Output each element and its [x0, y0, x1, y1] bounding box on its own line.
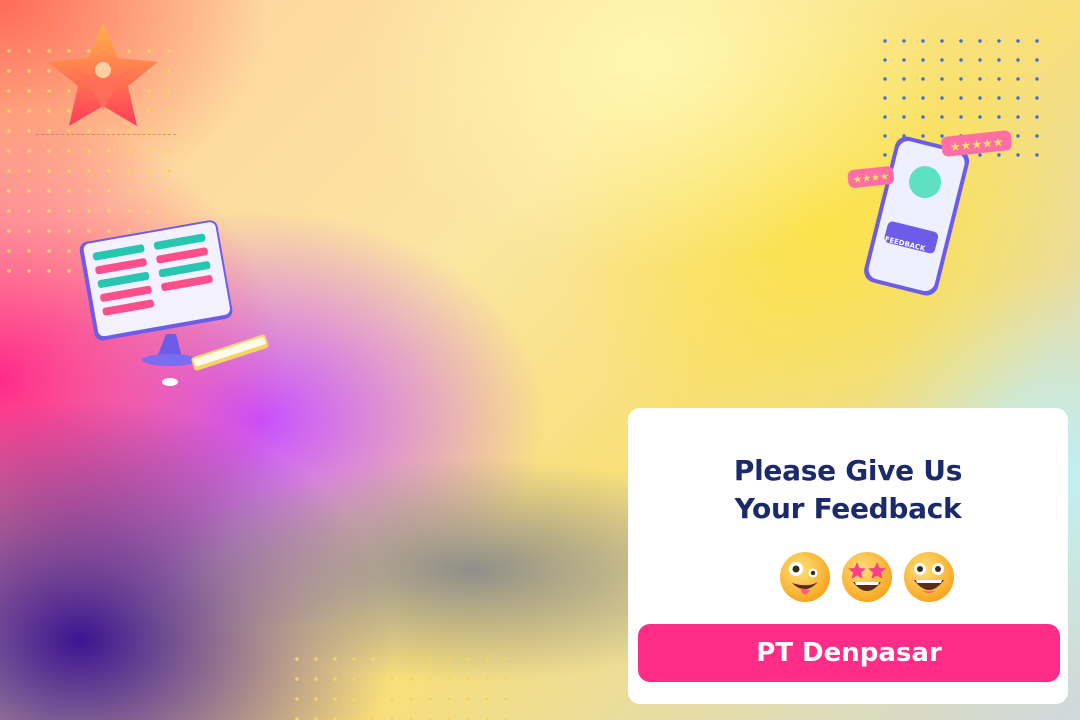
- brand-star-logo: [44, 22, 162, 132]
- computer-illustration: [78, 210, 278, 400]
- logo-divider: [36, 134, 176, 135]
- company-name-button[interactable]: PT Denpasar: [638, 624, 1060, 682]
- grinning-face-icon[interactable]: [902, 550, 956, 604]
- feedback-card: Please Give Us Your Feedback PT Denpasar: [628, 408, 1068, 704]
- heading-line-1: Please Give Us: [733, 454, 963, 487]
- feedback-heading: Please Give Us Your Feedback: [628, 452, 1068, 528]
- dot-pattern-bottom: [294, 656, 508, 720]
- star-struck-face-icon[interactable]: [840, 550, 894, 604]
- phone-feedback-illustration: ★★★★★ ★★★★ FEEDBACK: [842, 128, 1022, 308]
- zany-face-icon[interactable]: [778, 550, 832, 604]
- heading-line-2: Your Feedback: [734, 492, 962, 525]
- emoji-row: [778, 550, 960, 606]
